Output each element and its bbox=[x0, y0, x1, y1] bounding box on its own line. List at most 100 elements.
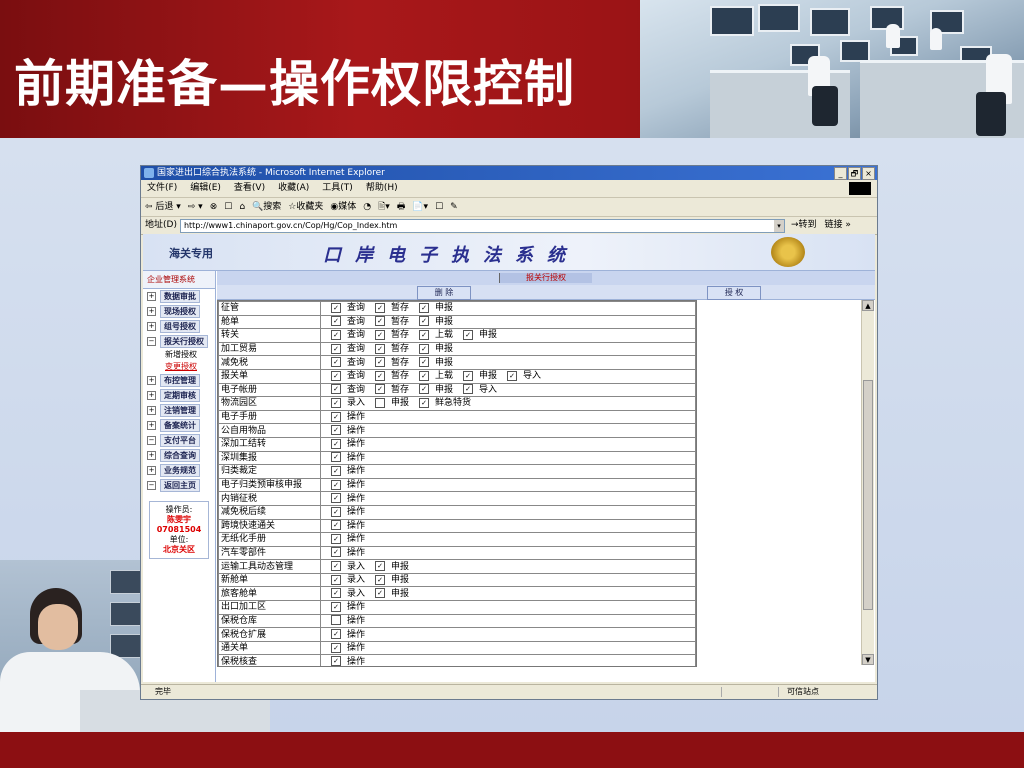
permission-checkbox[interactable]: ✓ bbox=[331, 316, 341, 327]
permission-checkbox[interactable]: ✓ bbox=[419, 384, 429, 395]
nav-item-label[interactable]: 数据审批 bbox=[160, 290, 200, 303]
nav-subitem[interactable]: 新增授权 bbox=[143, 349, 215, 361]
nav-item-label[interactable]: 综合查询 bbox=[160, 449, 200, 462]
nav-subitem[interactable]: 变更授权 bbox=[143, 361, 215, 373]
expand-icon[interactable]: − bbox=[147, 436, 156, 445]
permission-checkbox[interactable]: ✓ bbox=[419, 329, 429, 340]
menu-help[interactable]: 帮助(H) bbox=[366, 180, 398, 197]
refresh-icon[interactable]: ☐ bbox=[224, 198, 232, 216]
permission-checkbox[interactable]: ✓ bbox=[419, 343, 429, 354]
nav-item[interactable]: + 现场授权 bbox=[143, 304, 215, 319]
nav-item-label[interactable]: 报关行授权 bbox=[160, 335, 208, 348]
permission-checkbox[interactable]: ✓ bbox=[375, 343, 385, 354]
permission-checkbox[interactable]: ✓ bbox=[331, 561, 341, 572]
permission-checkbox[interactable]: ✓ bbox=[331, 601, 341, 612]
permission-checkbox[interactable]: ✓ bbox=[331, 574, 341, 585]
permission-checkbox[interactable]: ✓ bbox=[375, 588, 385, 599]
permission-checkbox[interactable]: ✓ bbox=[419, 316, 429, 327]
permission-checkbox[interactable]: ✓ bbox=[331, 452, 341, 463]
scroll-down-icon[interactable]: ▼ bbox=[862, 654, 874, 665]
expand-icon[interactable]: − bbox=[147, 481, 156, 490]
permission-checkbox[interactable]: ✓ bbox=[331, 329, 341, 340]
nav-item[interactable]: − 报关行授权 bbox=[143, 334, 215, 349]
stop-icon[interactable]: ⊗ bbox=[210, 198, 218, 216]
messenger-icon[interactable]: ✎ bbox=[450, 198, 458, 216]
scroll-up-icon[interactable]: ▲ bbox=[862, 300, 874, 311]
permission-checkbox[interactable]: ✓ bbox=[331, 384, 341, 395]
permission-checkbox[interactable]: ✓ bbox=[331, 547, 341, 558]
nav-item[interactable]: + 数据审批 bbox=[143, 289, 215, 304]
permission-checkbox[interactable]: ✓ bbox=[419, 357, 429, 368]
permission-checkbox[interactable]: ✓ bbox=[331, 642, 341, 653]
expand-icon[interactable]: + bbox=[147, 391, 156, 400]
home-icon[interactable]: ⌂ bbox=[239, 198, 245, 216]
nav-item[interactable]: + 定期审核 bbox=[143, 388, 215, 403]
permission-checkbox[interactable]: ✓ bbox=[331, 656, 341, 666]
vertical-scrollbar[interactable]: ▲ ▼ bbox=[861, 300, 874, 665]
permission-checkbox[interactable]: ✓ bbox=[331, 438, 341, 449]
favorites-button[interactable]: ☆收藏夹 bbox=[288, 198, 323, 216]
permission-checkbox[interactable]: ✓ bbox=[375, 329, 385, 340]
media-button[interactable]: ◉媒体 bbox=[330, 198, 356, 216]
permission-checkbox[interactable]: ✓ bbox=[419, 397, 429, 408]
menu-tools[interactable]: 工具(T) bbox=[322, 180, 353, 197]
expand-icon[interactable]: + bbox=[147, 322, 156, 331]
nav-item-label[interactable]: 支付平台 bbox=[160, 434, 200, 447]
expand-icon[interactable]: + bbox=[147, 466, 156, 475]
permission-checkbox[interactable]: ✓ bbox=[331, 425, 341, 436]
permission-checkbox[interactable]: ✓ bbox=[331, 411, 341, 422]
expand-icon[interactable]: − bbox=[147, 337, 156, 346]
permission-checkbox[interactable]: ✓ bbox=[375, 574, 385, 585]
edit-icon[interactable]: 📄▾ bbox=[412, 198, 428, 216]
nav-item-label[interactable]: 业务规范 bbox=[160, 464, 200, 477]
permission-checkbox[interactable]: ✓ bbox=[331, 357, 341, 368]
permission-checkbox[interactable]: ✓ bbox=[507, 370, 517, 381]
permission-checkbox[interactable]: ✓ bbox=[375, 561, 385, 572]
address-dropdown-icon[interactable]: ▾ bbox=[773, 219, 784, 232]
nav-item[interactable]: + 组号授权 bbox=[143, 319, 215, 334]
expand-icon[interactable]: + bbox=[147, 376, 156, 385]
expand-icon[interactable]: + bbox=[147, 421, 156, 430]
permission-checkbox[interactable]: ✓ bbox=[331, 506, 341, 517]
permission-checkbox[interactable]: ✓ bbox=[331, 533, 341, 544]
permission-checkbox[interactable]: ✓ bbox=[375, 370, 385, 381]
links-button[interactable]: 链接 » bbox=[825, 217, 851, 234]
permission-checkbox[interactable]: ✓ bbox=[331, 343, 341, 354]
nav-item[interactable]: + 备案统计 bbox=[143, 418, 215, 433]
permission-checkbox[interactable]: ✓ bbox=[419, 370, 429, 381]
nav-item-label[interactable]: 返回主页 bbox=[160, 479, 200, 492]
permission-checkbox[interactable] bbox=[375, 397, 385, 408]
delete-button[interactable]: 删 除 bbox=[417, 286, 471, 300]
permission-checkbox[interactable]: ✓ bbox=[331, 465, 341, 476]
expand-icon[interactable]: + bbox=[147, 406, 156, 415]
permission-checkbox[interactable]: ✓ bbox=[375, 384, 385, 395]
nav-item[interactable]: + 业务规范 bbox=[143, 463, 215, 478]
permission-checkbox[interactable]: ✓ bbox=[331, 397, 341, 408]
nav-item[interactable]: + 布控管理 bbox=[143, 373, 215, 388]
close-button[interactable]: × bbox=[862, 167, 875, 180]
nav-item[interactable]: − 返回主页 bbox=[143, 478, 215, 493]
grant-button[interactable]: 授 权 bbox=[707, 286, 761, 300]
permission-checkbox[interactable]: ✓ bbox=[463, 370, 473, 381]
permission-checkbox[interactable]: ✓ bbox=[419, 302, 429, 313]
permission-checkbox[interactable]: ✓ bbox=[375, 302, 385, 313]
menu-view[interactable]: 查看(V) bbox=[234, 180, 265, 197]
search-button[interactable]: 🔍搜索 bbox=[252, 198, 281, 216]
scroll-thumb[interactable] bbox=[863, 380, 873, 610]
permission-checkbox[interactable]: ✓ bbox=[463, 329, 473, 340]
nav-item-label[interactable]: 注销管理 bbox=[160, 404, 200, 417]
nav-item[interactable]: + 综合查询 bbox=[143, 448, 215, 463]
history-icon[interactable]: ◔ bbox=[363, 198, 371, 216]
menu-edit[interactable]: 编辑(E) bbox=[190, 180, 221, 197]
permission-checkbox[interactable]: ✓ bbox=[463, 384, 473, 395]
go-button[interactable]: →转到 bbox=[791, 217, 817, 234]
discuss-icon[interactable]: ☐ bbox=[435, 198, 443, 216]
permission-checkbox[interactable]: ✓ bbox=[331, 520, 341, 531]
back-button[interactable]: ⇦ 后退 ▾ bbox=[145, 198, 181, 216]
print-icon[interactable]: 🖶 bbox=[397, 198, 406, 216]
permission-checkbox[interactable]: ✓ bbox=[375, 357, 385, 368]
nav-item-label[interactable]: 定期审核 bbox=[160, 389, 200, 402]
expand-icon[interactable]: + bbox=[147, 292, 156, 301]
nav-item-label[interactable]: 备案统计 bbox=[160, 419, 200, 432]
nav-item-label[interactable]: 布控管理 bbox=[160, 374, 200, 387]
